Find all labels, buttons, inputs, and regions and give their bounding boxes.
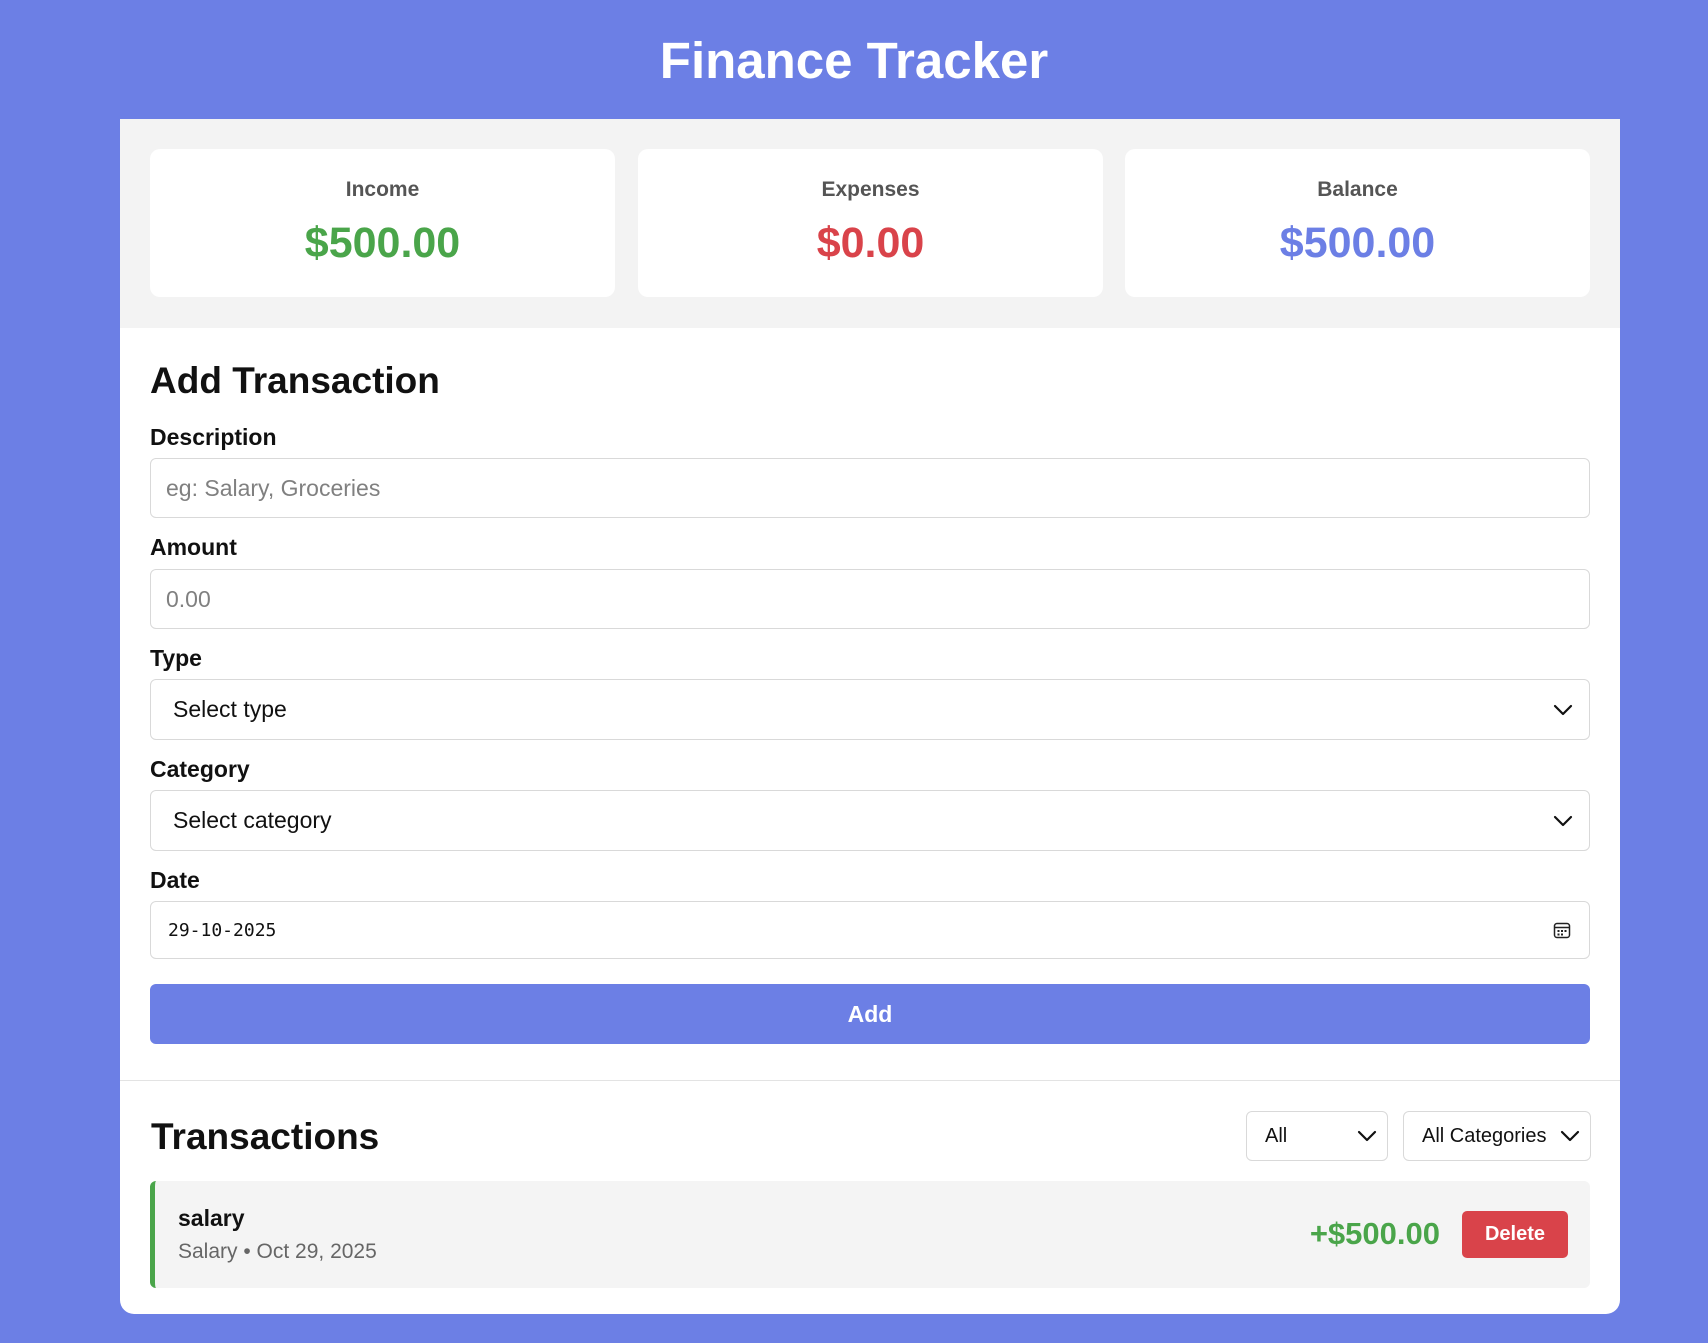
category-select-value: Select category	[173, 807, 332, 833]
date-label: Date	[150, 867, 200, 893]
balance-label: Balance	[1317, 178, 1398, 201]
transaction-meta: Salary • Oct 29, 2025	[178, 1240, 377, 1263]
category-filter-select[interactable]: All Categories	[1403, 1111, 1591, 1161]
date-input[interactable]: 29-10-2025	[150, 901, 1590, 959]
income-label: Income	[345, 178, 420, 201]
delete-button[interactable]: Delete	[1462, 1211, 1568, 1258]
amount-label: Amount	[150, 534, 237, 560]
add-transaction-form: Add Transaction Description Amount Type …	[120, 328, 1620, 1081]
expenses-value: $0.00	[816, 219, 925, 267]
main-panel: Income $500.00 Expenses $0.00 Balance $5…	[120, 119, 1620, 1314]
transaction-item: salary Salary • Oct 29, 2025 +$500.00 De…	[150, 1181, 1590, 1288]
type-select[interactable]: Select type	[150, 679, 1590, 740]
transaction-amount: +$500.00	[1309, 1216, 1440, 1251]
add-button[interactable]: Add	[150, 984, 1590, 1044]
expenses-card: Expenses $0.00	[638, 149, 1103, 297]
description-label: Description	[150, 424, 277, 450]
summary-section: Income $500.00 Expenses $0.00 Balance $5…	[120, 119, 1620, 328]
type-label: Type	[150, 645, 202, 671]
expenses-label: Expenses	[821, 178, 920, 201]
chevron-down-icon	[1553, 704, 1573, 715]
chevron-down-icon	[1357, 1130, 1377, 1142]
category-label: Category	[150, 756, 250, 782]
income-value: $500.00	[304, 219, 461, 267]
category-filter-value: All Categories	[1422, 1124, 1547, 1147]
type-filter-select[interactable]: All	[1246, 1111, 1388, 1161]
type-filter-value: All	[1265, 1124, 1288, 1147]
chevron-down-icon	[1553, 815, 1573, 826]
transactions-heading: Transactions	[151, 1116, 380, 1157]
transaction-description: salary	[178, 1205, 245, 1231]
date-value: 29-10-2025	[168, 919, 277, 941]
transactions-section: Transactions All All Categories salary S…	[120, 1081, 1620, 1314]
calendar-icon[interactable]	[1553, 921, 1571, 939]
amount-input[interactable]	[150, 569, 1590, 629]
type-select-value: Select type	[173, 696, 287, 722]
add-transaction-heading: Add Transaction	[150, 360, 440, 401]
balance-card: Balance $500.00	[1125, 149, 1590, 297]
income-card: Income $500.00	[150, 149, 615, 297]
category-select[interactable]: Select category	[150, 790, 1590, 851]
chevron-down-icon	[1560, 1130, 1580, 1142]
balance-value: $500.00	[1279, 219, 1436, 267]
app-title: Finance Tracker	[659, 32, 1049, 89]
description-input[interactable]	[150, 458, 1590, 518]
